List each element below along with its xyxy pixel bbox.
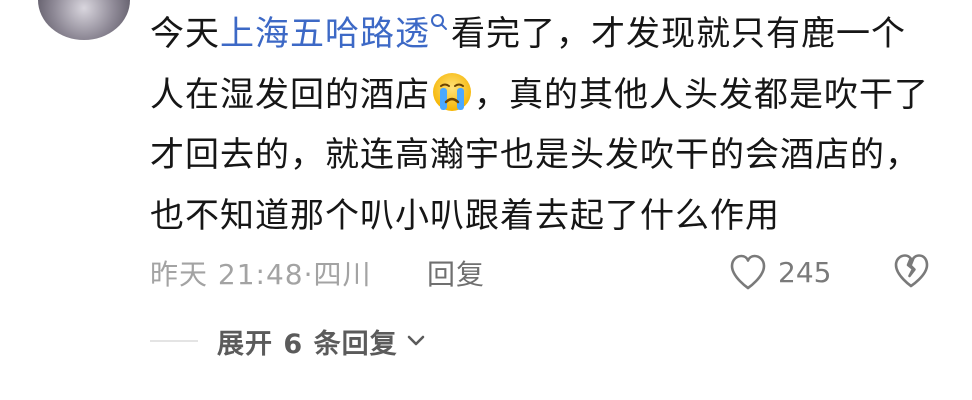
broken-heart-icon[interactable] bbox=[892, 252, 930, 290]
expand-replies-label[interactable]: 展开 6 条回复 bbox=[217, 322, 398, 361]
expand-replies-button[interactable]: 展开 6 条回复 bbox=[217, 320, 426, 362]
comment-meta: 昨天 21:48·四川 bbox=[150, 253, 372, 293]
comment-text: 今天上海五哈路透 看完了，才发现就只有鹿一个人在湿发回的酒店 ，真的其他人头发都是… bbox=[150, 4, 940, 246]
reply-label[interactable]: 回复 bbox=[427, 253, 485, 293]
timestamp-location: 昨天 21:48·四川 bbox=[150, 258, 372, 291]
topic-label[interactable]: 上海五哈路透 bbox=[220, 14, 430, 54]
reply-button[interactable]: 回复 bbox=[427, 253, 485, 293]
crying-face-icon bbox=[433, 72, 471, 111]
like-count: 245 bbox=[778, 255, 832, 289]
like-button[interactable]: 245 bbox=[728, 249, 831, 295]
comment-text-start: 今天 bbox=[150, 14, 220, 54]
topic-link[interactable]: 上海五哈路透 bbox=[220, 14, 451, 54]
replies-divider bbox=[150, 340, 198, 342]
heart-icon[interactable] bbox=[728, 253, 768, 291]
search-icon bbox=[431, 14, 447, 30]
avatar[interactable] bbox=[38, 0, 130, 40]
chevron-down-icon[interactable] bbox=[406, 334, 426, 348]
